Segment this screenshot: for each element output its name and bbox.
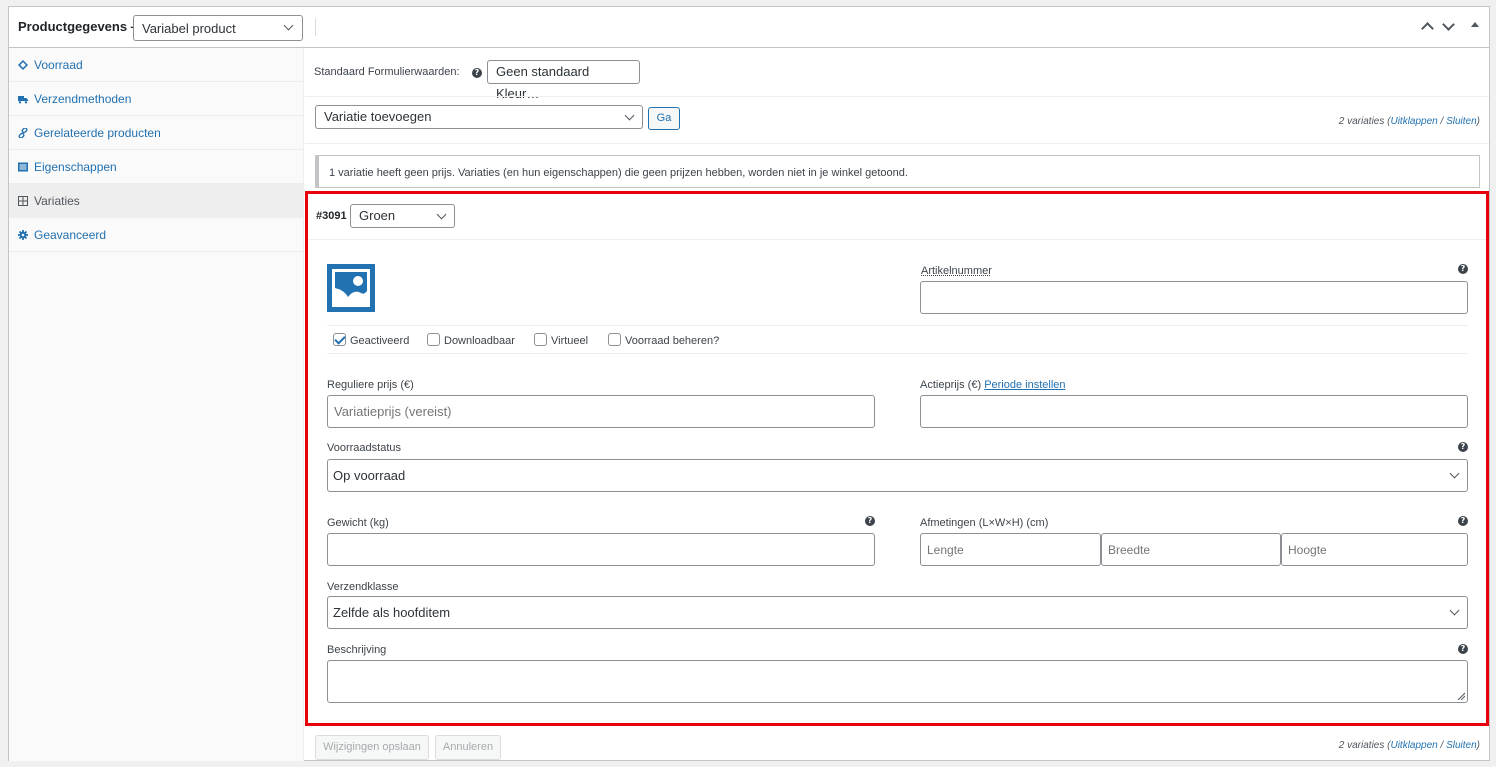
save-changes-button[interactable]: Wijzigingen opslaan bbox=[315, 735, 429, 760]
shipping-class-value: Zelfde als hoofditem bbox=[333, 605, 451, 620]
close-link[interactable]: Sluiten bbox=[1446, 740, 1477, 751]
tab-label: Gerelateerde producten bbox=[34, 126, 161, 140]
list-icon bbox=[18, 162, 28, 172]
product-type-value: Variabel product bbox=[142, 21, 236, 36]
width-input[interactable] bbox=[1101, 533, 1281, 566]
regular-price-label: Reguliere prijs (€) bbox=[327, 379, 414, 391]
move-up-icon[interactable] bbox=[1420, 19, 1434, 33]
sale-price-label: Actieprijs (€) Periode instellen bbox=[920, 379, 1066, 391]
link-icon bbox=[18, 128, 28, 138]
tab-label: Geavanceerd bbox=[34, 228, 107, 242]
description-textarea[interactable] bbox=[327, 660, 1468, 703]
tab-label: Verzendmethoden bbox=[34, 92, 132, 106]
truck-icon bbox=[18, 96, 28, 104]
product-data-tabs: Voorraad Verzendmethoden Gerelateerde pr… bbox=[9, 48, 304, 761]
stock-status-label: Voorraadstatus bbox=[327, 442, 401, 454]
weight-input[interactable] bbox=[327, 533, 875, 566]
sku-input[interactable] bbox=[920, 281, 1468, 314]
variations-count: 2 variaties (Uitklappen / Sluiten) bbox=[1338, 116, 1480, 127]
sale-price-label-text: Actieprijs (€) bbox=[920, 379, 982, 391]
sku-label: Artikelnummer bbox=[921, 265, 992, 277]
divider bbox=[327, 353, 1468, 354]
help-icon[interactable]: ? bbox=[1458, 644, 1468, 654]
manage-stock-label: Voorraad beheren? bbox=[625, 335, 720, 347]
variations-count-footer: 2 variaties (Uitklappen / Sluiten) bbox=[1338, 740, 1480, 751]
downloadable-checkbox[interactable] bbox=[427, 333, 440, 346]
tab-label: Voorraad bbox=[34, 58, 83, 72]
tab-advanced[interactable]: Geavanceerd bbox=[9, 218, 304, 252]
cancel-button[interactable]: Annuleren bbox=[435, 735, 501, 760]
tab-inventory[interactable]: Voorraad bbox=[9, 48, 304, 82]
variation-editor: #3091 Groen Artikelnummer ? Geactiveerd … bbox=[305, 191, 1489, 726]
virtual-checkbox[interactable] bbox=[534, 333, 547, 346]
enabled-label: Geactiveerd bbox=[350, 335, 410, 347]
dimensions-label: Afmetingen (L×W×H) (cm) bbox=[920, 517, 1049, 529]
enabled-checkbox[interactable] bbox=[333, 333, 346, 346]
chevron-down-icon bbox=[624, 110, 635, 121]
go-button[interactable]: Ga bbox=[648, 107, 680, 130]
chevron-down-icon bbox=[1449, 468, 1460, 479]
close-link[interactable]: Sluiten bbox=[1446, 116, 1477, 127]
stock-status-select[interactable]: Op voorraad bbox=[327, 459, 1468, 492]
default-color-select[interactable]: Geen standaard Kleur… bbox=[487, 60, 640, 101]
help-icon[interactable]: ? bbox=[472, 68, 482, 78]
upload-image-icon[interactable] bbox=[327, 264, 375, 312]
stock-status-value: Op voorraad bbox=[333, 468, 406, 483]
manage-stock-checkbox[interactable] bbox=[608, 333, 621, 346]
tab-shipping[interactable]: Verzendmethoden bbox=[9, 82, 304, 116]
collapse-toggle-icon[interactable] bbox=[1471, 22, 1479, 27]
description-label: Beschrijving bbox=[327, 644, 387, 656]
product-data-panel: Productgegevens — Variabel product Voorr… bbox=[8, 6, 1490, 761]
tab-label: Variaties bbox=[34, 194, 80, 208]
grid-icon bbox=[18, 196, 28, 206]
add-variation-select[interactable]: Variatie toevoegen bbox=[315, 105, 643, 129]
tab-label: Eigenschappen bbox=[34, 160, 117, 174]
chevron-down-icon bbox=[283, 20, 294, 31]
help-icon[interactable]: ? bbox=[1458, 516, 1468, 526]
downloadable-label: Downloadbaar bbox=[444, 335, 515, 347]
divider bbox=[305, 96, 1489, 97]
chevron-down-icon bbox=[436, 209, 447, 220]
weight-label: Gewicht (kg) bbox=[327, 517, 389, 529]
add-variation-value: Variatie toevoegen bbox=[324, 109, 432, 124]
default-form-values-label: Standaard Formulierwaarden: bbox=[314, 66, 460, 78]
divider bbox=[308, 239, 1486, 240]
header-divider bbox=[315, 18, 316, 36]
divider bbox=[327, 325, 1468, 326]
chevron-down-icon bbox=[1449, 605, 1460, 616]
link-separator: / bbox=[1437, 116, 1447, 127]
tab-attributes[interactable]: Eigenschappen bbox=[9, 150, 304, 184]
schedule-link[interactable]: Periode instellen bbox=[984, 379, 1065, 391]
variations-count-text: 2 variaties bbox=[1338, 740, 1385, 751]
variation-color-select[interactable]: Groen bbox=[350, 204, 455, 228]
help-icon[interactable]: ? bbox=[1458, 264, 1468, 274]
expand-link[interactable]: Uitklappen bbox=[1390, 740, 1437, 751]
variations-count-text: 2 variaties bbox=[1338, 116, 1385, 127]
sale-price-input[interactable] bbox=[920, 395, 1468, 428]
variation-color-value: Groen bbox=[359, 208, 396, 223]
resize-handle-icon[interactable] bbox=[1457, 692, 1465, 700]
shipping-class-select[interactable]: Zelfde als hoofditem bbox=[327, 596, 1468, 629]
help-icon[interactable]: ? bbox=[1458, 442, 1468, 452]
regular-price-input[interactable] bbox=[327, 395, 875, 428]
link-separator: / bbox=[1437, 740, 1447, 751]
divider bbox=[305, 143, 1489, 144]
length-input[interactable] bbox=[920, 533, 1101, 566]
gear-icon bbox=[18, 230, 28, 240]
panel-title: Productgegevens — bbox=[18, 19, 144, 34]
product-type-select[interactable]: Variabel product bbox=[133, 15, 303, 41]
expand-link[interactable]: Uitklappen bbox=[1390, 116, 1437, 127]
help-icon[interactable]: ? bbox=[865, 516, 875, 526]
virtual-label: Virtueel bbox=[551, 335, 589, 347]
tab-variations[interactable]: Variaties bbox=[9, 184, 304, 218]
move-down-icon[interactable] bbox=[1441, 19, 1455, 33]
variations-panel: Standaard Formulierwaarden: ? Geen stand… bbox=[305, 48, 1489, 761]
tab-linked-products[interactable]: Gerelateerde producten bbox=[9, 116, 304, 150]
height-input[interactable] bbox=[1281, 533, 1468, 566]
variation-id: #3091 bbox=[316, 210, 347, 222]
panel-header: Productgegevens — Variabel product bbox=[9, 7, 1489, 48]
shipping-class-label: Verzendklasse bbox=[327, 581, 399, 593]
missing-price-notice: 1 variatie heeft geen prijs. Variaties (… bbox=[315, 155, 1480, 188]
inventory-icon bbox=[18, 60, 28, 70]
